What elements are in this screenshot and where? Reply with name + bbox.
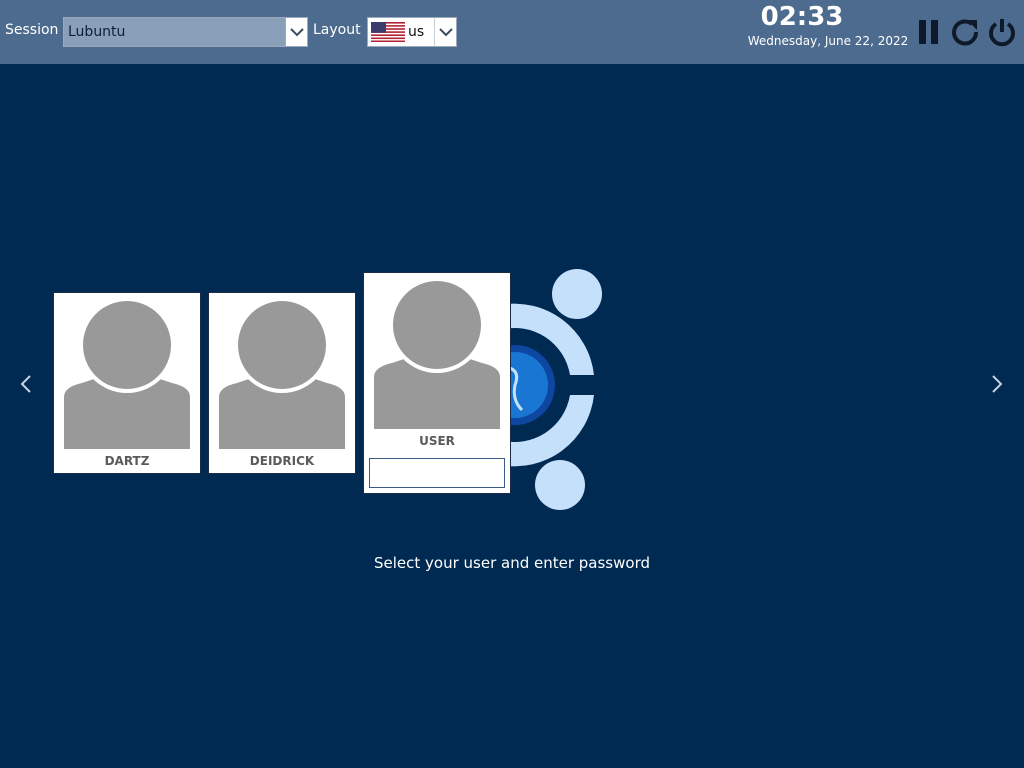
- reboot-icon: [952, 19, 979, 46]
- next-user-button[interactable]: [987, 372, 1007, 396]
- session-combobox[interactable]: Lubuntu: [63, 17, 308, 47]
- user-name: DARTZ: [104, 454, 150, 468]
- avatar-icon: [64, 297, 190, 449]
- status-message: Select your user and enter password: [373, 554, 650, 572]
- avatar-icon: [374, 277, 500, 429]
- layout-value: us: [408, 24, 425, 40]
- user-name: USER: [419, 434, 455, 448]
- clock-time: 02:33: [760, 2, 844, 32]
- reboot-button[interactable]: [950, 16, 980, 48]
- clock-date: Wednesday, June 22, 2022: [747, 34, 909, 48]
- user-card-user[interactable]: USER: [363, 272, 511, 494]
- session-value: Lubuntu: [68, 24, 126, 40]
- user-name: DEIDRICK: [249, 454, 315, 468]
- pause-icon: [919, 20, 938, 44]
- suspend-button[interactable]: [914, 16, 944, 48]
- us-flag-icon: [371, 22, 405, 42]
- previous-user-button[interactable]: [16, 372, 36, 396]
- chevron-down-icon[interactable]: [285, 18, 307, 46]
- layout-label: Layout: [313, 22, 361, 38]
- layout-combobox[interactable]: us: [367, 17, 457, 47]
- chevron-left-icon: [20, 375, 31, 393]
- chevron-right-icon: [992, 375, 1003, 393]
- password-input[interactable]: [369, 458, 505, 488]
- top-bar: Session Lubuntu Layout us 02:33 Wednesda…: [0, 0, 1024, 64]
- chevron-down-icon[interactable]: [434, 18, 456, 46]
- session-label: Session: [5, 22, 59, 38]
- user-card-deidrick[interactable]: DEIDRICK: [208, 292, 356, 474]
- power-icon: [989, 19, 1015, 47]
- avatar-icon: [219, 297, 345, 449]
- user-card-dartz[interactable]: DARTZ: [53, 292, 201, 474]
- shutdown-button[interactable]: [987, 16, 1017, 48]
